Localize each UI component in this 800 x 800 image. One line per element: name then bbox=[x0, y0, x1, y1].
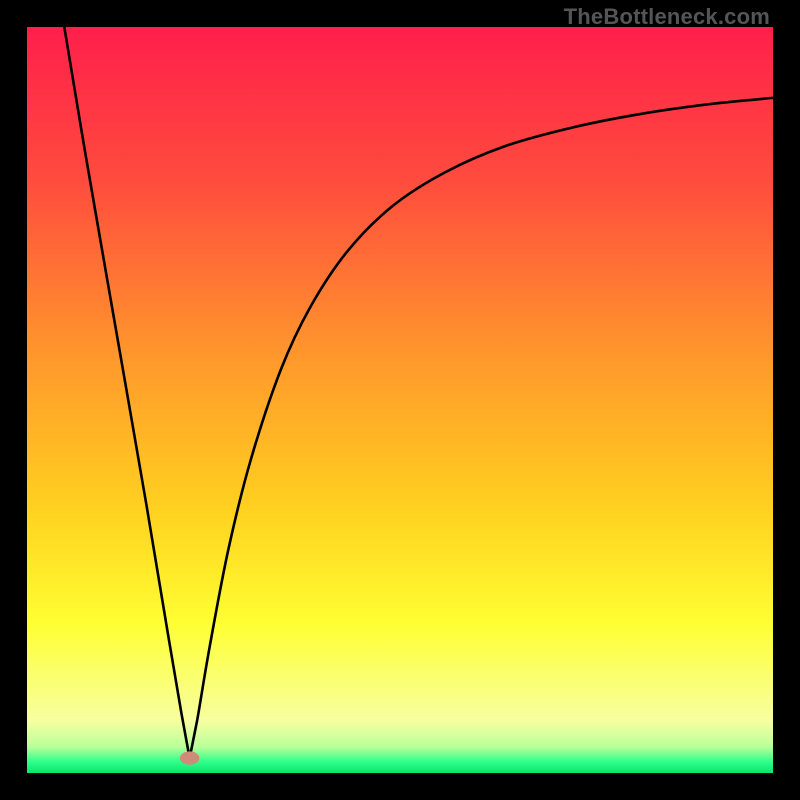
min-marker bbox=[180, 751, 199, 764]
gradient-background bbox=[27, 27, 773, 773]
chart-svg bbox=[27, 27, 773, 773]
chart-frame bbox=[27, 27, 773, 773]
